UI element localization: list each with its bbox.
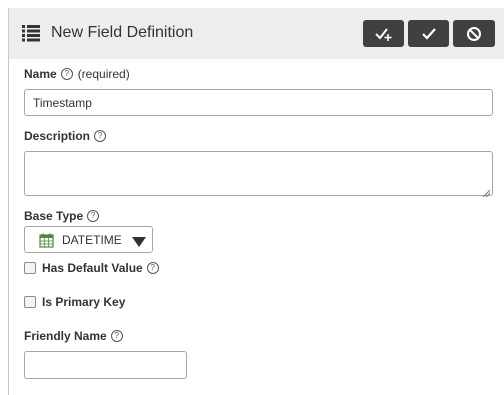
check-icon [421,27,437,41]
help-icon[interactable]: ? [87,210,100,222]
panel-header: New Field Definition [9,8,504,59]
help-icon[interactable]: ? [60,68,73,80]
friendly-name-label: Friendly Name [24,329,107,343]
friendly-name-input[interactable] [24,351,187,379]
description-field[interactable] [24,151,493,196]
has-default-value-label-row: Has Default Value ? [42,261,159,275]
cancel-button[interactable] [453,20,495,47]
name-input[interactable] [24,89,493,116]
base-type-label: Base Type [24,209,84,223]
help-icon[interactable]: ? [146,262,159,274]
help-icon[interactable]: ? [110,330,123,342]
friendly-name-label-row: Friendly Name ? [24,329,123,343]
caret-down-icon [131,235,147,247]
has-default-value-checkbox[interactable] [24,262,36,274]
help-icon[interactable]: ? [94,130,107,142]
calendar-icon [39,233,54,248]
description-label: Description [24,129,91,143]
ban-icon [466,26,482,42]
is-primary-key-checkbox[interactable] [24,296,36,308]
base-type-label-row: Base Type ? [24,209,100,223]
has-default-value-label[interactable]: Has Default Value [42,261,143,275]
save-and-new-button[interactable] [363,20,404,47]
page-title: New Field Definition [51,24,194,41]
resize-grip-icon[interactable] [482,185,491,198]
list-icon [22,24,40,42]
required-note: (required) [77,67,130,81]
description-label-row: Description ? [24,129,107,143]
base-type-select[interactable]: DATETIME [24,226,153,253]
name-label-row: Name ? (required) [24,67,130,81]
is-primary-key-label[interactable]: Is Primary Key [42,295,125,309]
check-plus-icon [374,26,393,42]
save-button[interactable] [408,20,449,47]
base-type-value: DATETIME [62,233,122,247]
panel-left-border [8,8,9,395]
name-label: Name [24,67,57,81]
is-primary-key-label-row: Is Primary Key [42,295,125,309]
